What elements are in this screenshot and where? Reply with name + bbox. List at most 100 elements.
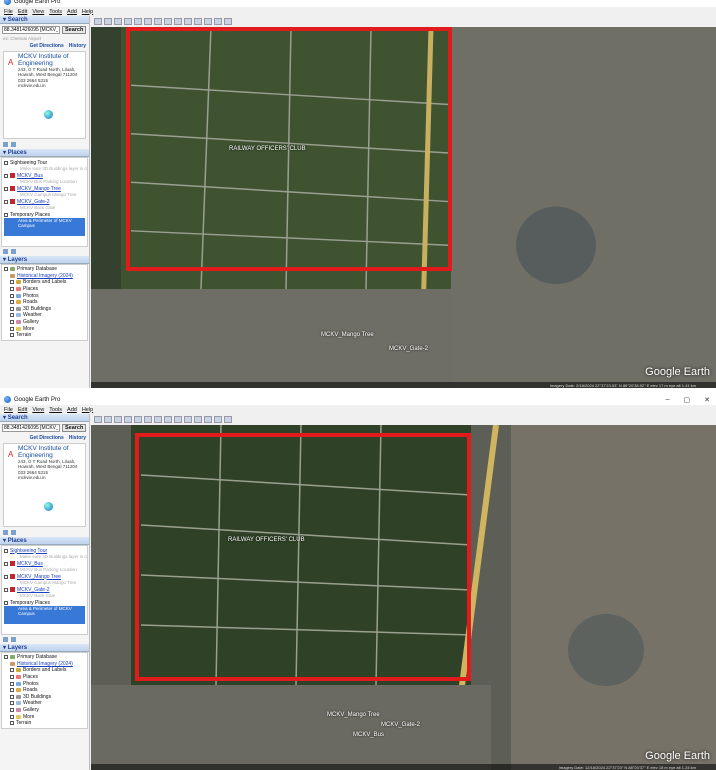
menu-view[interactable]: View: [32, 9, 44, 15]
list-item[interactable]: MCKV_Mango Tree: [4, 573, 85, 580]
layer-item[interactable]: More: [4, 713, 85, 720]
ruler-icon[interactable]: [184, 18, 192, 25]
search-result[interactable]: A MCKV Institute of Engineering 243, G T…: [3, 51, 86, 139]
sidebar-toggle-icon[interactable]: [94, 416, 102, 423]
list-item[interactable]: MCKV_Gate-2: [4, 586, 85, 593]
search-header[interactable]: ▾ Search: [0, 16, 89, 24]
selected-place[interactable]: Area & Perimeter of MCKV Campus: [4, 606, 85, 624]
result-website[interactable]: mckvie.edu.in: [18, 84, 82, 89]
maximize-button[interactable]: ▢: [684, 396, 691, 404]
layer-item[interactable]: Places: [4, 286, 85, 293]
checkbox[interactable]: [4, 199, 8, 204]
layer-item[interactable]: Weather: [4, 700, 85, 707]
email-icon[interactable]: [194, 416, 202, 423]
planets-icon[interactable]: [174, 18, 182, 25]
layer-item[interactable]: 3D Buildings: [4, 306, 85, 313]
layer-item[interactable]: Primary Database: [4, 266, 85, 273]
print-icon[interactable]: [11, 142, 16, 147]
layer-item[interactable]: Roads: [4, 687, 85, 694]
layer-item[interactable]: Terrain: [4, 332, 85, 339]
place-label[interactable]: MCKV_Gate-2: [17, 199, 50, 205]
plus-icon[interactable]: [11, 249, 16, 254]
search-icon[interactable]: [3, 637, 8, 642]
gate-label[interactable]: MCKV_Gate-2: [389, 346, 428, 352]
ruler-icon[interactable]: [184, 416, 192, 423]
list-item[interactable]: MCKV_Mango Tree: [4, 185, 85, 192]
path-tool-icon[interactable]: [124, 18, 132, 25]
list-item[interactable]: Temporary Places: [4, 211, 85, 218]
search-input[interactable]: [2, 26, 60, 34]
history-link[interactable]: History: [69, 435, 86, 441]
menu-add[interactable]: Add: [67, 9, 77, 15]
layers-header[interactable]: ▾ Layers: [0, 644, 89, 652]
layer-item[interactable]: Gallery: [4, 319, 85, 326]
sunlight-icon[interactable]: [164, 18, 172, 25]
club-label[interactable]: RAILWAY OFFICERS' CLUB: [228, 537, 305, 543]
layers-header[interactable]: ▾ Layers: [0, 256, 89, 264]
save-image-icon[interactable]: [214, 416, 222, 423]
print-icon[interactable]: [204, 416, 212, 423]
copy-icon[interactable]: [3, 530, 8, 535]
history-link[interactable]: History: [69, 43, 86, 49]
layer-item[interactable]: Photos: [4, 680, 85, 687]
menu-file[interactable]: File: [4, 9, 13, 15]
polygon-tool-icon[interactable]: [114, 416, 122, 423]
save-image-icon[interactable]: [214, 18, 222, 25]
menu-view[interactable]: View: [32, 407, 44, 413]
layer-item[interactable]: Historical Imagery (2024): [4, 273, 85, 280]
planets-icon[interactable]: [174, 416, 182, 423]
temporary-places[interactable]: Temporary Places: [10, 212, 50, 218]
layer-item[interactable]: Primary Database: [4, 654, 85, 661]
menu-add[interactable]: Add: [67, 407, 77, 413]
list-item[interactable]: Temporary Places: [4, 599, 85, 606]
layer-item[interactable]: Historical Imagery (2024): [4, 661, 85, 668]
layer-item[interactable]: Borders and Labels: [4, 279, 85, 286]
list-item[interactable]: MCKV_Bus: [4, 560, 85, 567]
checkbox[interactable]: [4, 212, 8, 217]
historical-imagery-icon[interactable]: [154, 18, 162, 25]
map-view[interactable]: RAILWAY OFFICERS' CLUB MCKV_Mango Tree M…: [91, 414, 716, 770]
overlay-tool-icon[interactable]: [134, 18, 142, 25]
list-item[interactable]: Sightseeing Tour: [4, 159, 85, 166]
checkbox[interactable]: [4, 186, 8, 191]
search-icon[interactable]: [3, 249, 8, 254]
menu-edit[interactable]: Edit: [18, 407, 27, 413]
place-label[interactable]: MCKV_Mango Tree: [17, 186, 61, 192]
placemark-tool-icon[interactable]: [104, 18, 112, 25]
layer-item[interactable]: Gallery: [4, 707, 85, 714]
tour-tool-icon[interactable]: [144, 18, 152, 25]
search-input[interactable]: [2, 424, 60, 432]
historical-imagery-icon[interactable]: [154, 416, 162, 423]
print-icon[interactable]: [204, 18, 212, 25]
get-directions-link[interactable]: Get Directions: [30, 43, 64, 49]
copy-icon[interactable]: [3, 142, 8, 147]
layer-item[interactable]: More: [4, 325, 85, 332]
bus-label[interactable]: MCKV_Bus: [353, 732, 384, 738]
checkbox[interactable]: [4, 173, 8, 178]
menu-help[interactable]: Help: [82, 9, 93, 15]
get-directions-link[interactable]: Get Directions: [30, 435, 64, 441]
mango-tree-label[interactable]: MCKV_Mango Tree: [327, 712, 380, 718]
places-header[interactable]: ▾ Places: [0, 537, 89, 545]
close-button[interactable]: ✕: [704, 396, 710, 404]
minimize-button[interactable]: –: [666, 396, 670, 403]
layer-item[interactable]: Weather: [4, 312, 85, 319]
menu-file[interactable]: File: [4, 407, 13, 413]
tour-tool-icon[interactable]: [144, 416, 152, 423]
mango-tree-label[interactable]: MCKV_Mango Tree: [321, 332, 374, 338]
layer-item[interactable]: Photos: [4, 292, 85, 299]
map-view[interactable]: RAILWAY OFFICERS' CLUB MCKV_Mango Tree M…: [91, 16, 716, 388]
sunlight-icon[interactable]: [164, 416, 172, 423]
layer-item[interactable]: Terrain: [4, 720, 85, 727]
layer-item[interactable]: Borders and Labels: [4, 667, 85, 674]
polygon-tool-icon[interactable]: [114, 18, 122, 25]
print-icon[interactable]: [11, 530, 16, 535]
result-website[interactable]: mckvie.edu.in: [18, 476, 82, 481]
gate-label[interactable]: MCKV_Gate-2: [381, 722, 420, 728]
places-header[interactable]: ▾ Places: [0, 149, 89, 157]
menu-tools[interactable]: Tools: [49, 407, 62, 413]
overlay-tool-icon[interactable]: [134, 416, 142, 423]
layer-item[interactable]: Places: [4, 674, 85, 681]
sidebar-toggle-icon[interactable]: [94, 18, 102, 25]
search-button[interactable]: Search: [62, 424, 87, 432]
